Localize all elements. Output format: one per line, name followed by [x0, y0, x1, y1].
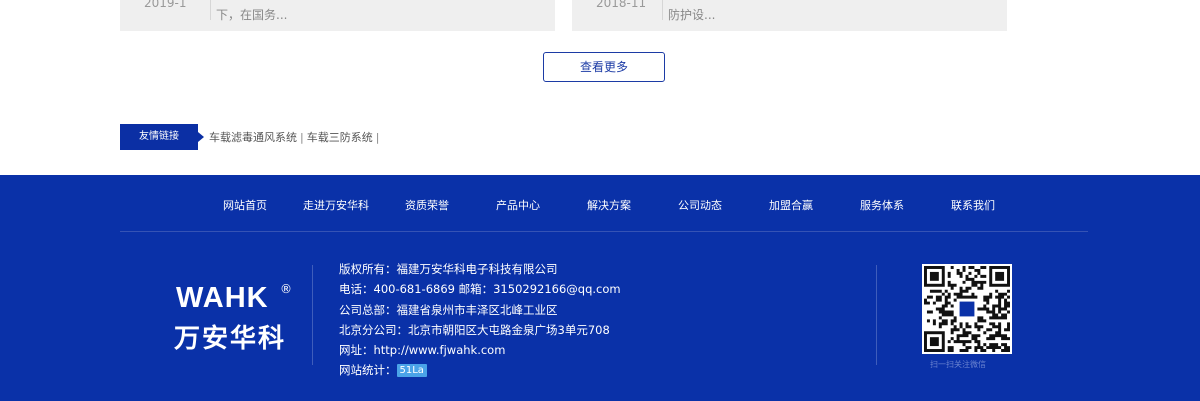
footer-nav-about[interactable]: 走进万安华科	[303, 197, 369, 213]
footer-nav-service[interactable]: 服务体系	[860, 197, 904, 213]
hq-address: 公司总部：福建省泉州市丰泽区北峰工业区	[339, 302, 558, 317]
friend-links-label: 友情链接	[120, 124, 198, 150]
news-card[interactable]: 2018-11 防护设...	[572, 0, 1007, 31]
news-date: 2019-1	[144, 0, 187, 10]
qr-caption: 扫一扫关注微信	[930, 360, 986, 369]
triangle-right-icon	[198, 132, 204, 142]
footer-nav-contact[interactable]: 联系我们	[951, 197, 995, 213]
footer-nav: 网站首页 走进万安华科 资质荣誉 产品中心 解决方案 公司动态 加盟合赢 服务体…	[0, 197, 1200, 213]
logo-wordmark: WAHK	[176, 282, 269, 314]
news-excerpt: 防护设...	[668, 8, 716, 22]
footer-nav-franchise[interactable]: 加盟合赢	[769, 197, 813, 213]
footer-nav-news[interactable]: 公司动态	[678, 197, 722, 213]
footer-nav-solutions[interactable]: 解决方案	[587, 197, 631, 213]
friend-link[interactable]: 车载滤毒通风系统	[209, 131, 297, 144]
registered-mark: ®	[280, 282, 292, 296]
news-excerpt: 下，在国务...	[216, 8, 288, 22]
news-card[interactable]: 2019-1 下，在国务...	[120, 0, 555, 31]
contact-text: 电话：400-681-6869 邮箱：3150292166@qq.com	[339, 282, 621, 297]
news-date: 2018-11	[596, 0, 647, 10]
website-text: 网址：http://www.fjwahk.com	[339, 343, 506, 358]
footer-vertical-divider	[876, 265, 877, 365]
news-divider	[210, 0, 211, 20]
footer-divider	[120, 231, 1088, 232]
logo-chinese-name: 万安华科	[174, 324, 287, 354]
view-more-button[interactable]: 查看更多	[543, 52, 665, 82]
beijing-address: 北京分公司：北京市朝阳区大屯路金泉广场3单元708	[339, 322, 610, 337]
stats-badge[interactable]: 51La	[396, 364, 427, 378]
link-separator: |	[375, 131, 380, 144]
stats-line: 网站统计： 51La	[339, 360, 621, 380]
news-divider	[662, 0, 663, 20]
link-separator: |	[300, 131, 304, 144]
footer-nav-honors[interactable]: 资质荣誉	[405, 197, 449, 213]
page: 2019-1 下，在国务... 2018-11 防护设... 查看更多 友情链接…	[0, 0, 1200, 401]
qr-code-icon	[922, 264, 1012, 354]
stats-label: 网站统计：	[339, 363, 397, 378]
company-info: 版权所有：福建万安华科电子科技有限公司 电话：400-681-6869 邮箱：3…	[339, 259, 621, 381]
friend-link[interactable]: 车载三防系统	[307, 131, 373, 144]
footer-vertical-divider	[312, 265, 313, 365]
copyright-text: 版权所有：福建万安华科电子科技有限公司	[339, 262, 558, 276]
footer: 网站首页 走进万安华科 资质荣誉 产品中心 解决方案 公司动态 加盟合赢 服务体…	[0, 175, 1200, 401]
footer-nav-home[interactable]: 网站首页	[223, 197, 267, 213]
footer-nav-products[interactable]: 产品中心	[496, 197, 540, 213]
friend-links-list: 车载滤毒通风系统 | 车载三防系统 |	[209, 129, 382, 145]
